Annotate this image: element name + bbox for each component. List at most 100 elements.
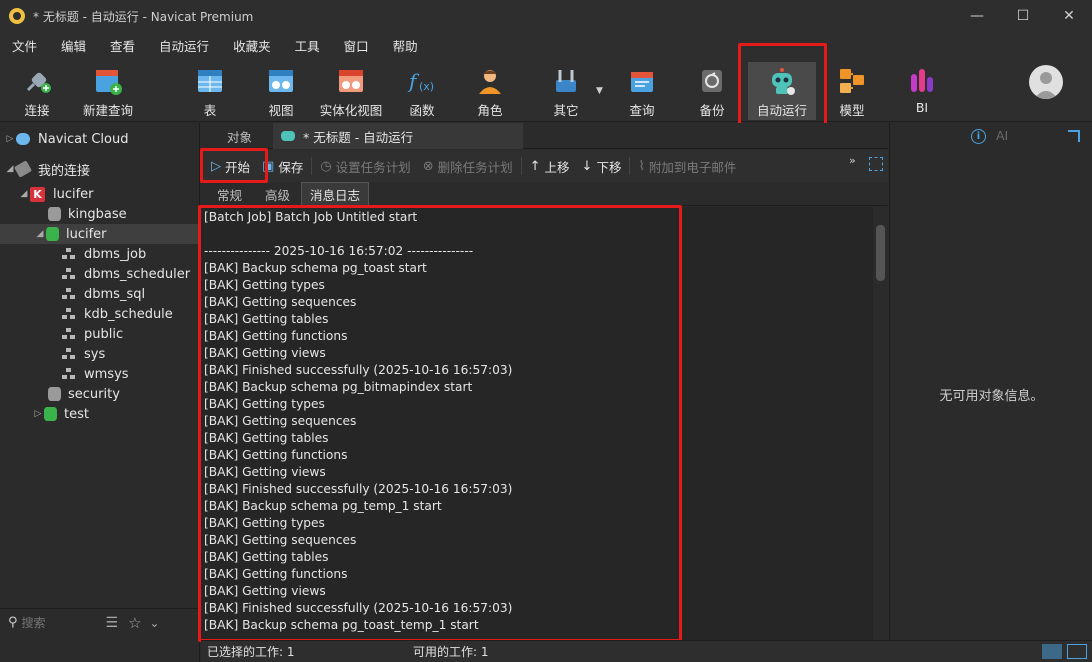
avatar[interactable] [1029, 65, 1063, 99]
bi-button[interactable]: BI [902, 62, 942, 120]
menu-automation[interactable]: 自动运行 [147, 36, 221, 55]
role-label: 角色 [477, 103, 503, 118]
mat-view-button[interactable]: 实体化视图 [318, 62, 384, 120]
database-icon [46, 227, 59, 241]
schema-icon [62, 288, 76, 300]
move-up-button[interactable]: ↑ 上移 [524, 153, 576, 179]
tree-label: wmsys [84, 366, 129, 382]
tree-my-connections[interactable]: ◢ 我的连接 [4, 159, 90, 179]
close-button[interactable]: ✕ [1046, 0, 1092, 32]
new-query-button[interactable]: 新建查询 [80, 62, 136, 120]
other-button[interactable]: 其它 [546, 62, 586, 120]
menu-tools[interactable]: 工具 [283, 36, 332, 55]
tree-label: security [68, 386, 120, 402]
tree-schema-sys[interactable]: sys [62, 344, 105, 364]
role-button[interactable]: 角色 [470, 62, 510, 120]
maximize-button[interactable]: ☐ [1000, 0, 1046, 32]
log-scrollbar[interactable] [873, 207, 888, 640]
subtab-message-log[interactable]: 消息日志 [301, 182, 370, 206]
connections-icon [13, 160, 33, 178]
backup-button[interactable]: 备份 [692, 62, 732, 120]
tab-automation-untitled[interactable]: * 无标题 - 自动运行 [273, 123, 523, 149]
more-icon[interactable]: » [849, 154, 856, 167]
database-icon [44, 407, 57, 421]
filter-icon[interactable]: ☰ [106, 615, 119, 631]
start-highlight [200, 148, 268, 183]
schema-icon [62, 348, 76, 360]
tree-schema-dbms-sql[interactable]: dbms_sql [62, 284, 145, 304]
view-button[interactable]: 视图 [260, 62, 302, 120]
window-title: * 无标题 - 自动运行 - Navicat Premium [33, 9, 254, 24]
menu-view[interactable]: 查看 [98, 36, 147, 55]
collapse-arrow-icon[interactable]: ◢ [34, 229, 46, 239]
available-jobs-status: 可用的工作: 1 [413, 645, 489, 659]
tree-schema-wmsys[interactable]: wmsys [62, 364, 129, 384]
menu-window[interactable]: 窗口 [332, 36, 381, 55]
search-icon: ⚲ [8, 615, 18, 630]
tree-schema-dbms-scheduler[interactable]: dbms_scheduler [62, 264, 190, 284]
move-up-label: 上移 [544, 159, 570, 175]
tree-connection-lucifer[interactable]: ◢ K lucifer [18, 184, 94, 204]
function-button[interactable]: f (x) 函数 [402, 62, 442, 120]
expand-panel-icon[interactable] [1068, 130, 1080, 142]
tab-objects[interactable]: 对象 [219, 123, 260, 149]
connect-button[interactable]: 连接 [14, 62, 60, 120]
search-input[interactable] [21, 612, 102, 633]
query-button[interactable]: 查询 [622, 62, 662, 120]
collapse-all-icon[interactable]: ⌄ [150, 616, 160, 630]
expand-arrow-icon[interactable]: ▷ [4, 134, 16, 144]
menu-favorites[interactable]: 收藏夹 [221, 36, 283, 55]
tree-db-test[interactable]: ▷ test [32, 404, 89, 424]
tree-db-security[interactable]: security [48, 384, 120, 404]
robot-icon [281, 131, 295, 141]
menu-help[interactable]: 帮助 [381, 36, 430, 55]
minimize-button[interactable]: — [954, 0, 1000, 32]
info-icon[interactable]: i [971, 129, 986, 144]
model-button[interactable]: 模型 [832, 62, 872, 120]
toolbar-divider [520, 157, 522, 175]
tree-label: Navicat Cloud [38, 131, 129, 147]
scrollbar-thumb[interactable] [876, 225, 885, 281]
tree-label: sys [84, 346, 106, 362]
menu-file[interactable]: 文件 [0, 36, 49, 55]
toolbar-divider [311, 157, 313, 175]
tree-label: kingbase [68, 206, 127, 222]
new-query-label: 新建查询 [82, 103, 133, 118]
layout-toggle-right-icon[interactable] [1067, 644, 1087, 659]
cloud-icon [16, 133, 30, 145]
menu-edit[interactable]: 编辑 [49, 36, 98, 55]
tools-icon [551, 66, 581, 96]
tree-schema-public[interactable]: public [62, 324, 123, 344]
tree-navicat-cloud[interactable]: ▷ Navicat Cloud [4, 129, 129, 149]
arrow-down-icon: ↓ [581, 158, 593, 174]
new-query-icon [93, 66, 123, 96]
clock-icon: ◷ [320, 158, 332, 174]
editor-tabs: 对象 * 无标题 - 自动运行 [201, 123, 888, 149]
expand-icon[interactable] [869, 157, 883, 171]
expand-arrow-icon[interactable]: ▷ [32, 409, 44, 419]
automation-highlight [738, 43, 827, 130]
layout-toggle-left-icon[interactable] [1042, 644, 1062, 659]
tree-db-kingbase[interactable]: kingbase [48, 204, 127, 224]
model-label: 模型 [839, 103, 865, 118]
function-icon: f (x) [407, 66, 437, 96]
delete-schedule-button[interactable]: ⊗ 删除任务计划 [417, 153, 519, 179]
delete-clock-icon: ⊗ [422, 158, 434, 174]
tree-label: kdb_schedule [84, 306, 173, 322]
subtab-general[interactable]: 常规 [209, 182, 250, 206]
star-icon[interactable]: ☆ [128, 614, 141, 632]
bi-icon [907, 66, 937, 96]
tree-schema-dbms-job[interactable]: dbms_job [62, 244, 146, 264]
ai-tab[interactable]: AI [996, 128, 1008, 143]
connections-panel: ▷ Navicat Cloud ◢ 我的连接 ◢ K lucifer kingb… [0, 123, 200, 662]
set-schedule-button[interactable]: ◷ 设置任务计划 [314, 153, 416, 179]
move-down-button[interactable]: ↓ 下移 [576, 153, 628, 179]
mat-view-label: 实体化视图 [319, 103, 383, 118]
subtab-advanced[interactable]: 高级 [257, 182, 298, 206]
other-dropdown-icon[interactable]: ▼ [596, 86, 603, 96]
table-button[interactable]: 表 [190, 62, 230, 120]
tree-schema-kdb-schedule[interactable]: kdb_schedule [62, 304, 173, 324]
tree-db-lucifer[interactable]: ◢ lucifer [0, 224, 200, 244]
collapse-arrow-icon[interactable]: ◢ [18, 189, 30, 199]
attach-email-button[interactable]: ⌇ 附加到电子邮件 [632, 153, 742, 179]
